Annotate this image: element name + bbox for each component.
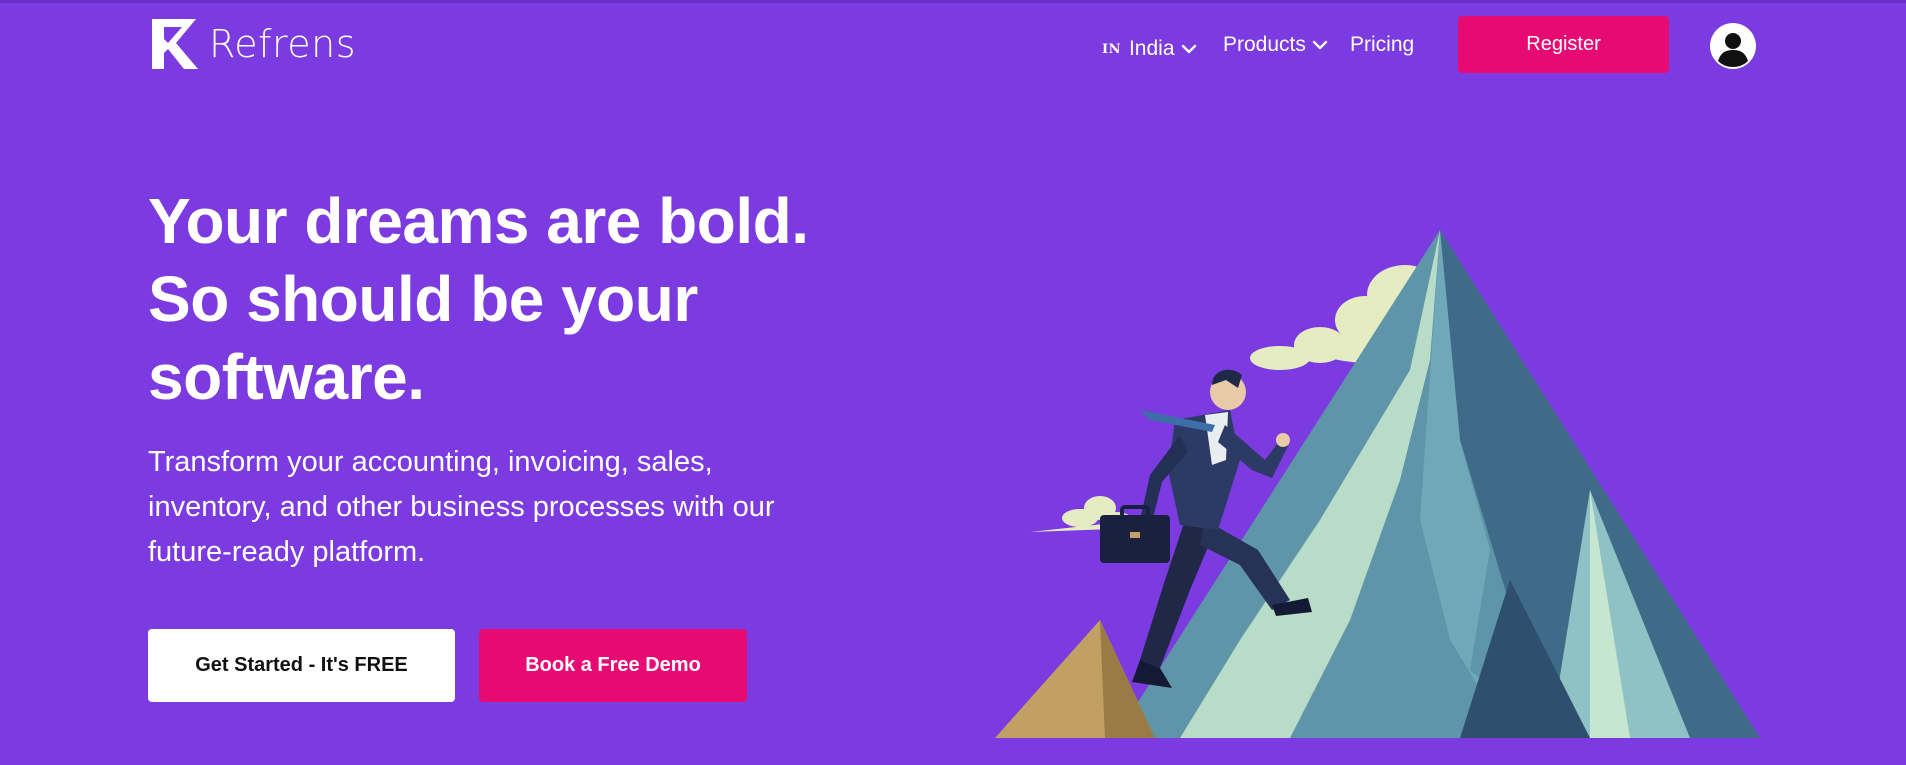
nav-pricing-label: Pricing — [1350, 33, 1415, 56]
refrens-logo-icon — [152, 19, 198, 69]
hero-headline: Your dreams are bold. So should be your … — [148, 182, 809, 416]
register-button[interactable]: Register — [1458, 16, 1669, 73]
book-demo-button[interactable]: Book a Free Demo — [479, 629, 747, 702]
get-started-label: Get Started - It's FREE — [195, 654, 408, 676]
get-started-button[interactable]: Get Started - It's FREE — [148, 629, 455, 702]
nav-products-label: Products — [1223, 33, 1306, 56]
country-selector[interactable]: IN India — [1102, 31, 1197, 67]
hero-subtext-line: Transform your accounting, invoicing, sa… — [148, 446, 713, 478]
brand-name: Refrens — [209, 22, 357, 66]
country-code: IN — [1102, 41, 1121, 57]
chevron-down-icon — [1181, 44, 1196, 54]
hero-subtext-line: future-ready platform. — [148, 536, 426, 568]
hero-headline-line: So should be your — [148, 263, 698, 335]
register-button-label: Register — [1526, 33, 1601, 55]
brand-logo[interactable]: Refrens — [150, 16, 356, 72]
nav-pricing[interactable]: Pricing — [1350, 27, 1414, 63]
mountain-climber-illustration — [995, 230, 1760, 738]
chevron-down-icon — [1312, 40, 1328, 50]
top-border — [0, 0, 1906, 3]
hero-subtext-line: inventory, and other business processes … — [148, 491, 775, 523]
hero-subtext: Transform your accounting, invoicing, sa… — [148, 440, 775, 575]
book-demo-label: Book a Free Demo — [525, 654, 701, 676]
hero-headline-line: Your dreams are bold. — [148, 185, 809, 257]
hero-headline-line: software. — [148, 341, 425, 413]
user-avatar-icon[interactable] — [1710, 23, 1756, 69]
country-label: India — [1128, 37, 1175, 60]
nav-products[interactable]: Products — [1223, 27, 1328, 63]
